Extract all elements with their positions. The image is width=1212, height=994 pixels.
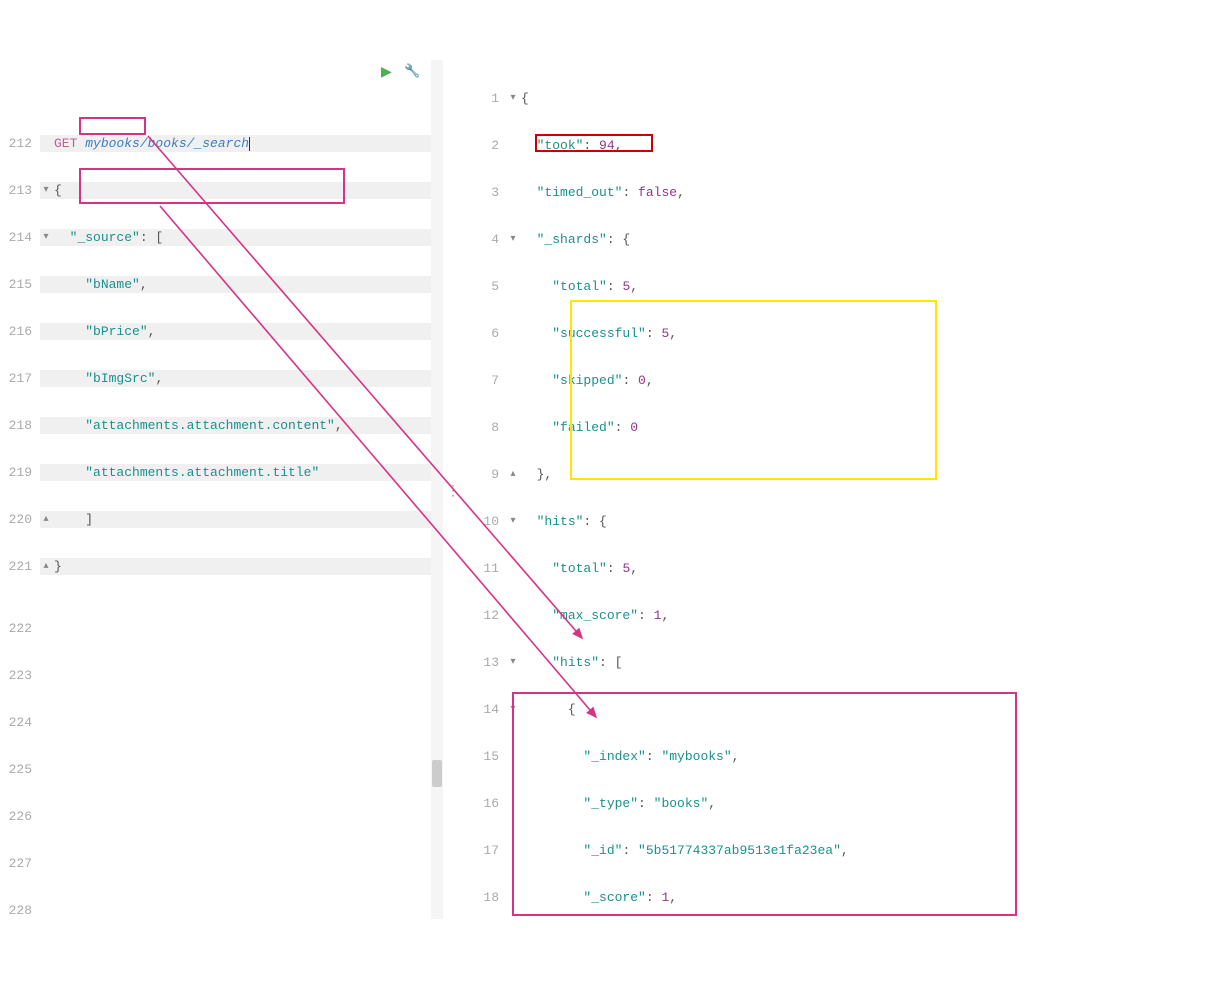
fold-toggle[interactable]: ▾ bbox=[40, 182, 52, 199]
fold-toggle[interactable]: ▾ bbox=[507, 654, 519, 671]
request-editor-pane[interactable]: ▶ 🔧 212GET mybooks/books/_search 213▾{ 2… bbox=[0, 60, 443, 919]
play-icon[interactable]: ▶ bbox=[381, 64, 392, 81]
fold-toggle[interactable]: ▾ bbox=[507, 701, 519, 718]
http-method: GET bbox=[54, 136, 77, 151]
scroll-thumb[interactable] bbox=[432, 760, 442, 787]
fold-toggle[interactable]: ▾ bbox=[40, 229, 52, 246]
fold-toggle[interactable]: ▾ bbox=[507, 231, 519, 248]
fold-toggle[interactable]: ▾ bbox=[507, 513, 519, 530]
pane-splitter[interactable]: ⋮ bbox=[443, 60, 457, 919]
fold-toggle[interactable]: ▾ bbox=[507, 90, 519, 107]
line-number: 212 bbox=[0, 135, 40, 152]
response-viewer-pane[interactable]: 1▾{ 2 "took": 94, 3 "timed_out": false, … bbox=[457, 60, 1212, 919]
wrench-icon[interactable]: 🔧 bbox=[404, 64, 420, 79]
splitter-handle-icon[interactable]: ⋮ bbox=[446, 490, 454, 510]
text-cursor bbox=[249, 137, 250, 151]
scrollbar[interactable] bbox=[431, 60, 443, 919]
request-url: mybooks/books/_search bbox=[85, 136, 249, 151]
